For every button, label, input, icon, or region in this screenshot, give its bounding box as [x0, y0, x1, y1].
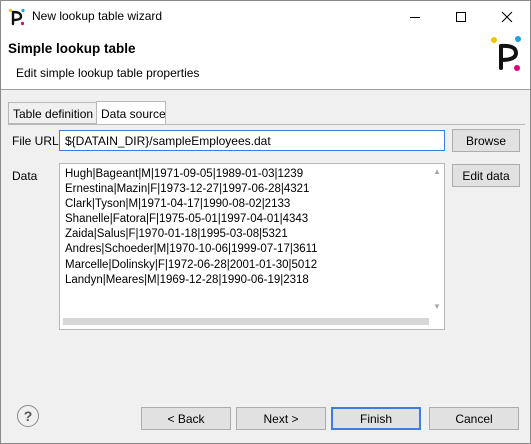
app-icon [8, 8, 25, 26]
vertical-scrollbar[interactable]: ▲ ▼ [429, 164, 444, 314]
browse-button[interactable]: Browse [452, 129, 520, 152]
scroll-down-icon[interactable]: ▼ [433, 302, 441, 311]
tab-table-definition[interactable]: Table definition [8, 102, 96, 124]
data-textarea[interactable]: Hugh|Bageant|M|1971-09-05|1989-01-03|123… [59, 163, 445, 330]
wizard-banner: Simple lookup table Edit simple lookup t… [1, 32, 530, 90]
page-description: Edit simple lookup table properties [16, 66, 200, 80]
back-button[interactable]: < Back [141, 407, 231, 430]
file-url-label: File URL [12, 134, 59, 148]
title-bar: New lookup table wizard [1, 1, 530, 32]
data-lines: Hugh|Bageant|M|1971-09-05|1989-01-03|123… [65, 167, 318, 288]
data-line: Zaida|Salus|F|1970-01-18|1995-03-08|5321 [65, 228, 288, 241]
cloverdx-logo-icon [491, 36, 521, 71]
data-label: Data [12, 169, 38, 183]
maximize-button[interactable] [438, 1, 484, 32]
data-line: Andres|Schoeder|M|1970-10-06|1999-07-17|… [65, 243, 318, 256]
minimize-icon [410, 16, 420, 18]
data-line: Hugh|Bageant|M|1971-09-05|1989-01-03|123… [65, 168, 304, 180]
wizard-window: New lookup table wizard Simple lookup ta… [0, 0, 531, 444]
close-icon [501, 11, 513, 22]
data-line: Shanelle|Fatora|F|1975-05-01|1997-04-01|… [65, 213, 309, 226]
data-line: Clark|Tyson|M|1971-04-17|1990-08-02|2133 [65, 198, 291, 211]
page-title: Simple lookup table [8, 41, 136, 56]
data-line: Landyn|Meares|M|1969-12-28|1990-06-19|23… [65, 273, 309, 286]
horizontal-scrollbar[interactable] [60, 314, 429, 329]
minimize-button[interactable] [392, 1, 438, 32]
close-button[interactable] [484, 1, 530, 32]
file-url-input[interactable]: ${DATAIN_DIR}/sampleEmployees.dat [59, 130, 445, 151]
horizontal-scroll-thumb[interactable] [63, 318, 429, 325]
tab-data-source[interactable]: Data source [96, 101, 166, 125]
data-line: Ernestina|Mazin|F|1973-12-27|1997-06-28|… [65, 183, 310, 196]
data-line: Marcelle|Dolinsky|F|1972-06-28|2001-01-3… [65, 258, 318, 271]
finish-button[interactable]: Finish [331, 407, 421, 430]
window-title: New lookup table wizard [32, 9, 163, 23]
scroll-up-icon[interactable]: ▲ [433, 167, 441, 176]
scrollbar-corner [429, 314, 444, 329]
cancel-button[interactable]: Cancel [429, 407, 519, 430]
maximize-icon [456, 11, 466, 22]
next-button[interactable]: Next > [236, 407, 326, 430]
edit-data-button[interactable]: Edit data [452, 164, 520, 187]
help-icon[interactable]: ? [17, 405, 39, 427]
